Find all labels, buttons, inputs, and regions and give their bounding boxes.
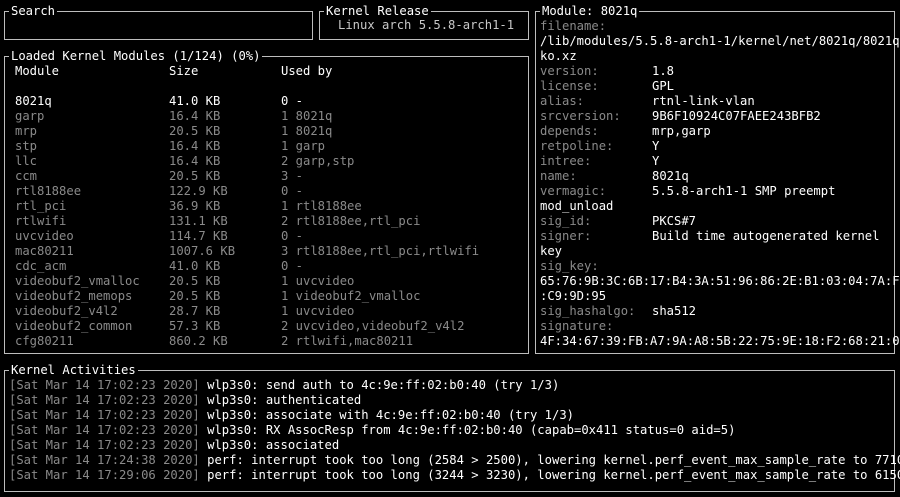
header-size[interactable]: Size: [169, 64, 198, 79]
module-used-by: 0 -: [281, 259, 304, 273]
module-size: 28.7 KB: [169, 304, 221, 318]
module-field-row: version: 1.8: [540, 64, 675, 78]
filename-value-1: /lib/modules/5.5.8-arch1-1/kernel/net/80…: [540, 34, 900, 48]
module-used-by: 3 -: [281, 169, 304, 183]
module-size: 16.4 KB: [169, 154, 221, 168]
activity-line: [Sat Mar 14 17:02:23 2020] wlp3s0: assoc…: [9, 438, 340, 452]
activities-panel[interactable]: Kernel Activities [Sat Mar 14 17:02:23 2…: [4, 363, 900, 492]
module-field-row: vermagic: 5.5.8-arch1-1 SMP preempt: [540, 184, 836, 198]
module-field-row: srcversion: 9B6F10924C07FAEE243BFB2: [540, 109, 821, 123]
filename-value-2: ko.xz: [540, 49, 577, 63]
activity-line: [Sat Mar 14 17:29:06 2020] perf: interru…: [9, 468, 900, 482]
module-used-by: 1 8021q: [281, 109, 333, 123]
signature-1: 4F:34:67:39:FB:A7:9A:A8:5B:22:75:9E:18:F…: [540, 334, 900, 348]
module-name: videobuf2_memops: [15, 289, 133, 303]
module-size: 41.0 KB: [169, 259, 221, 273]
module-field-row: depends: mrp,garp: [540, 124, 711, 138]
module-size: 57.3 KB: [169, 319, 221, 333]
module-name: rtl_pci: [15, 199, 67, 213]
module-used-by: 1 videobuf2_vmalloc: [281, 289, 421, 303]
signer-row: signer: Build time autogenerated kernel: [540, 229, 880, 243]
kernel-release-panel: Kernel Release Linux arch 5.5.8-arch1-1: [319, 4, 529, 40]
activity-line: [Sat Mar 14 17:02:23 2020] wlp3s0: send …: [9, 378, 560, 392]
module-name: garp: [15, 109, 45, 123]
module-field-row: license: GPL: [540, 79, 675, 93]
module-used-by: 0 -: [281, 94, 304, 108]
kernel-release-value: Linux arch 5.5.8-arch1-1: [338, 18, 515, 32]
vermagic-cont: mod_unload: [540, 199, 614, 213]
sig-key-1: 65:76:9B:3C:6B:17:B4:3A:51:96:86:2E:B1:0…: [540, 274, 900, 288]
signature-label: signature:: [540, 319, 614, 333]
module-name: mrp: [15, 124, 38, 138]
activity-line: [Sat Mar 14 17:24:38 2020] perf: interru…: [9, 453, 900, 467]
module-size: 36.9 KB: [169, 199, 221, 213]
module-used-by: 1 8021q: [281, 124, 333, 138]
module-size: 16.4 KB: [169, 109, 221, 123]
module-used-by: 2 rtl8188ee,rtl_pci: [281, 214, 421, 228]
signer-cont: key: [540, 244, 563, 258]
module-name: videobuf2_v4l2: [15, 304, 118, 318]
module-name: videobuf2_vmalloc: [15, 274, 140, 288]
module-name: 8021q: [15, 94, 52, 108]
activity-line: [Sat Mar 14 17:02:23 2020] wlp3s0: assoc…: [9, 408, 574, 422]
module-size: 20.5 KB: [169, 289, 221, 303]
module-field-row: intree: Y: [540, 154, 660, 168]
module-name: videobuf2_common: [15, 319, 133, 333]
kernel-release-title: Kernel Release: [324, 4, 431, 19]
module-size: 1007.6 KB: [169, 244, 236, 258]
activities-title: Kernel Activities: [9, 363, 138, 378]
module-size: 131.1 KB: [169, 214, 228, 228]
module-size: 41.0 KB: [169, 94, 221, 108]
module-info-panel[interactable]: Module: 8021q filename: /lib/modules/5.5…: [535, 4, 900, 354]
module-size: 860.2 KB: [169, 334, 228, 348]
module-name: rtl8188ee: [15, 184, 82, 198]
modules-title: Loaded Kernel Modules (1/124) (0%): [9, 49, 263, 64]
module-used-by: 3 rtl8188ee,rtl_pci,rtlwifi: [281, 244, 480, 258]
module-used-by: 2 uvcvideo,videobuf2_v4l2: [281, 319, 465, 333]
module-used-by: 0 -: [281, 184, 304, 198]
module-used-by: 2 rtlwifi,mac80211: [281, 334, 414, 348]
module-name: stp: [15, 139, 38, 153]
sig-key-2: :C9:9D:95: [540, 289, 607, 303]
module-field-row: name: 8021q: [540, 169, 689, 183]
search-title: Search: [9, 4, 58, 19]
module-field-row: alias: rtnl-link-vlan: [540, 94, 755, 108]
module-size: 114.7 KB: [169, 229, 228, 243]
header-used-by[interactable]: Used by: [281, 64, 332, 79]
module-name: mac80211: [15, 244, 74, 258]
module-used-by: 1 garp: [281, 139, 326, 153]
module-size: 20.5 KB: [169, 124, 221, 138]
header-module[interactable]: Module: [15, 64, 59, 79]
sig-id-row: sig_id: PKCS#7: [540, 214, 697, 228]
module-name: uvcvideo: [15, 229, 74, 243]
module-name: cfg80211: [15, 334, 74, 348]
activity-line: [Sat Mar 14 17:02:23 2020] wlp3s0: authe…: [9, 393, 362, 407]
module-size: 16.4 KB: [169, 139, 221, 153]
sig-hashalgo-row: sig_hashalgo: sha512: [540, 304, 697, 318]
module-size: 122.9 KB: [169, 184, 228, 198]
module-info-title: Module: 8021q: [540, 4, 640, 19]
module-name: llc: [15, 154, 38, 168]
module-used-by: 1 uvcvideo: [281, 274, 355, 288]
module-name: rtlwifi: [15, 214, 67, 228]
module-used-by: 0 -: [281, 229, 304, 243]
module-size: 20.5 KB: [169, 169, 221, 183]
module-used-by: 2 garp,stp: [281, 154, 355, 168]
module-name: cdc_acm: [15, 259, 67, 273]
activity-line: [Sat Mar 14 17:02:23 2020] wlp3s0: RX As…: [9, 423, 736, 437]
modules-panel[interactable]: Loaded Kernel Modules (1/124) (0%) Modul…: [4, 49, 529, 354]
module-name: ccm: [15, 169, 38, 183]
filename-label: filename:: [540, 19, 607, 33]
search-panel[interactable]: Search: [4, 4, 313, 40]
module-size: 20.5 KB: [169, 274, 221, 288]
module-used-by: 1 rtl8188ee: [281, 199, 362, 213]
module-field-row: retpoline: Y: [540, 139, 660, 153]
module-used-by: 1 uvcvideo: [281, 304, 355, 318]
sig-key-label: sig_key:: [540, 259, 599, 273]
